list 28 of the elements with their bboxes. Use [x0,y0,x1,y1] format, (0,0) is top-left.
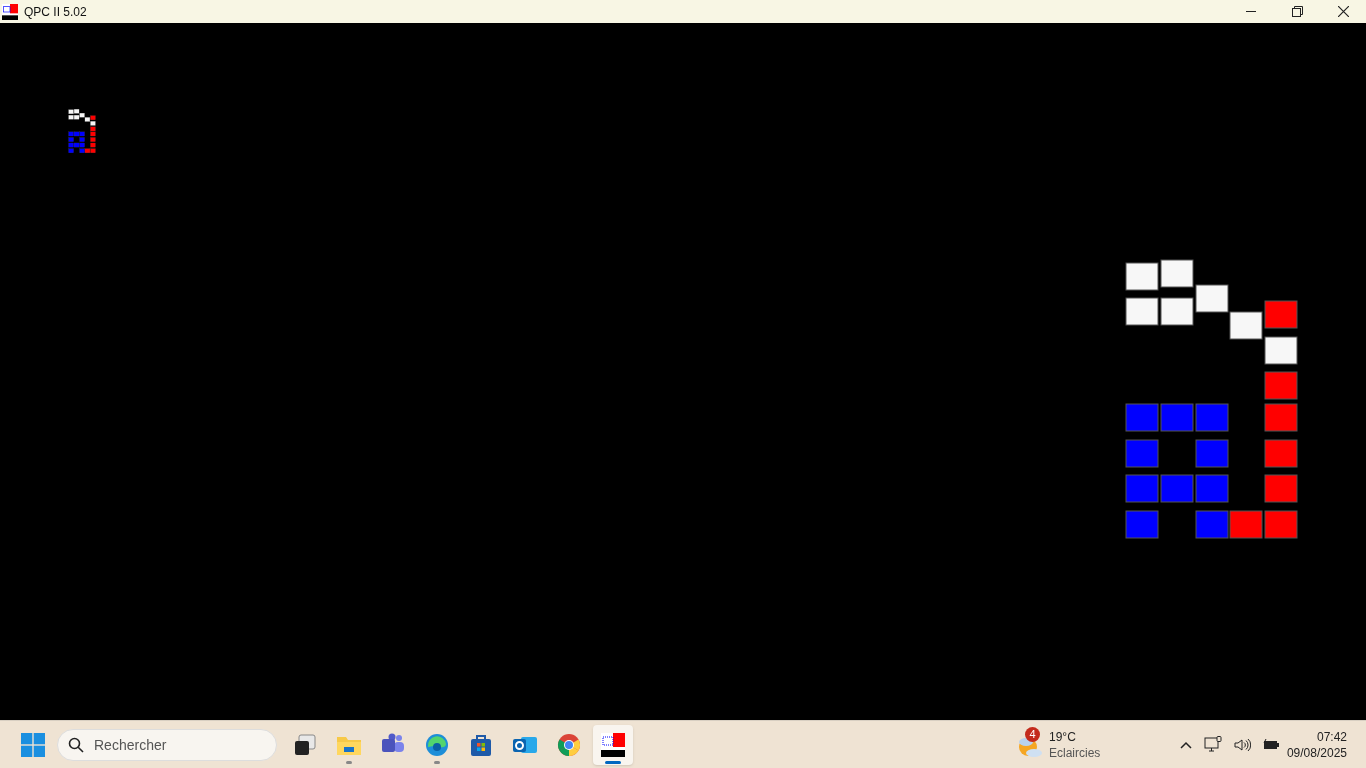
search-field[interactable]: Rechercher [57,728,277,761]
running-indicator [434,760,440,764]
small-logo-drawing [67,109,97,153]
taskbar-app-button[interactable] [593,724,633,765]
search-icon [68,736,84,753]
network-icon[interactable] [1204,736,1223,753]
running-indicator [346,760,352,764]
store-bag-icon [469,732,493,757]
edge-icon [425,732,449,757]
notification-badge: 4 [1025,726,1040,742]
start-button[interactable] [20,731,46,758]
qpc-app-icon [2,3,18,20]
active-indicator [605,760,621,764]
chevron-up-icon[interactable] [1180,740,1193,749]
restore-icon [1291,6,1303,17]
close-icon [1337,6,1349,17]
temperature-label: 19°C [1049,728,1077,745]
chrome-icon [557,732,581,757]
clock-date[interactable]: 09/08/2025 [1286,744,1347,761]
windows-icon [21,732,45,757]
window-title: QPC II 5.02 [24,3,87,21]
speaker-icon[interactable] [1234,737,1252,752]
battery-icon[interactable] [1263,738,1281,751]
task-view-icon [293,732,317,757]
qpc-app-icon [601,732,625,757]
weather-condition-label: Eclaircies [1049,744,1101,761]
clock-time[interactable]: 07:42 [1316,728,1347,745]
minimize-icon [1246,11,1256,12]
